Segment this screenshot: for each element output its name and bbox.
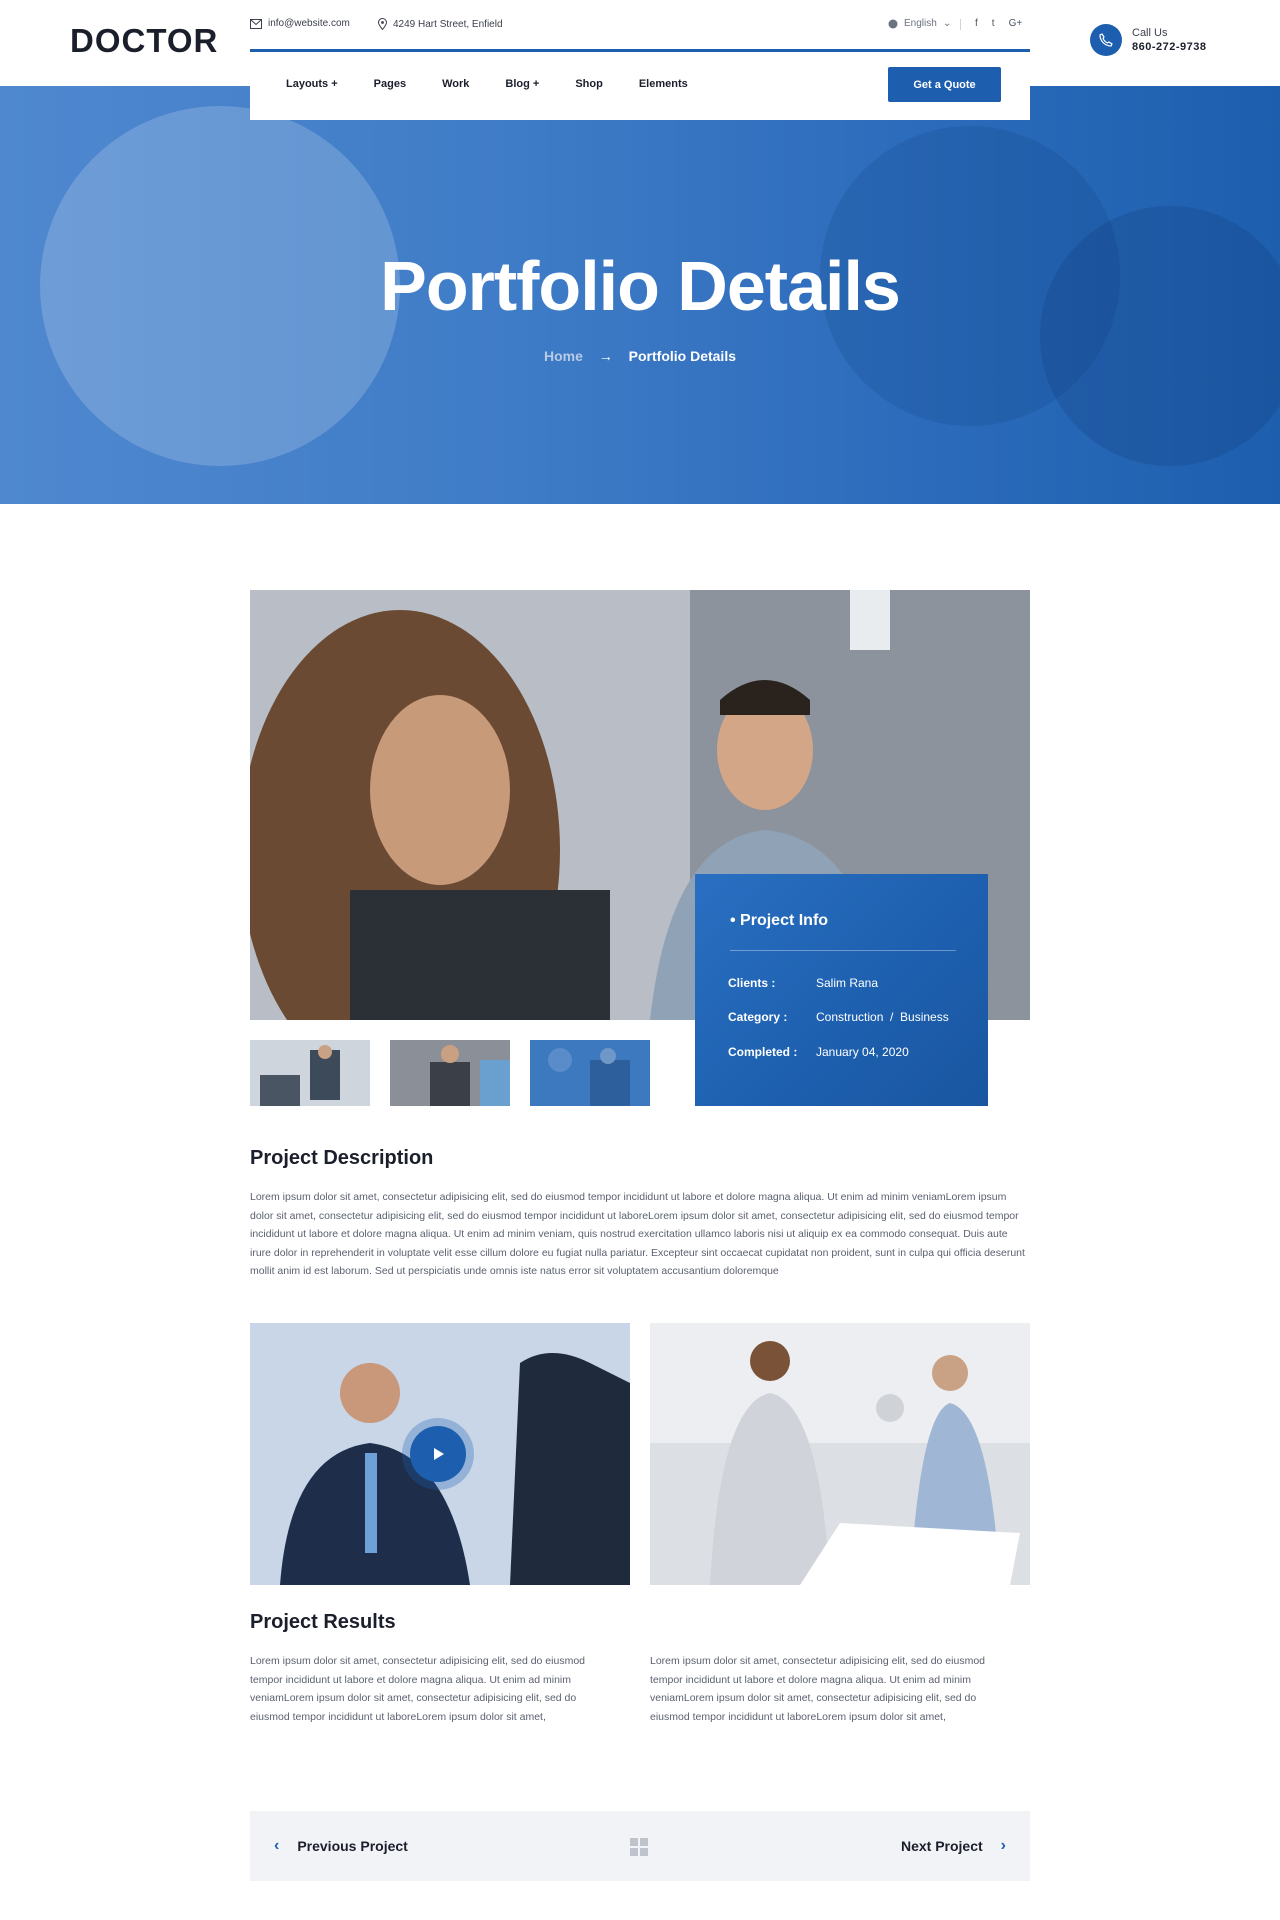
hero-photo-shape [1040, 206, 1280, 466]
results-text-right: Lorem ipsum dolor sit amet, consectetur … [650, 1655, 985, 1723]
project-info-card: • Project Info Clients : Salim Rana Cate… [695, 874, 988, 1106]
divider [960, 19, 961, 30]
call-label: Call Us [1132, 27, 1168, 39]
address-contact: 4249 Hart Street, Enfield [378, 18, 503, 30]
info-value: Construction / Business [816, 1010, 949, 1024]
play-button[interactable] [402, 1418, 474, 1490]
thumbnail-image[interactable] [250, 1040, 370, 1106]
nav-item-elements[interactable]: Elements [639, 78, 688, 90]
address-text: 4249 Hart Street, Enfield [393, 18, 503, 30]
next-project-label: Next Project [900, 1838, 983, 1854]
info-key: Completed : [728, 1045, 798, 1059]
next-project-link[interactable]: Next Project › [901, 1837, 1006, 1855]
info-key: Clients : [728, 976, 776, 990]
bullet-icon: • [730, 912, 741, 929]
breadcrumb: Home → Portfolio Details [0, 348, 1280, 364]
language-label: English [904, 18, 937, 29]
call-text: Call Us 860-272-9738 [1132, 26, 1207, 54]
info-row-completed: Completed : January 04, 2020 [728, 1045, 909, 1059]
twitter-icon[interactable]: t [992, 18, 995, 29]
top-bar: info@website.com 4249 Hart Street, Enfie… [250, 16, 1030, 36]
thumbnail-image[interactable] [530, 1040, 650, 1106]
info-key: Category : [728, 1010, 788, 1024]
previous-project-link[interactable]: ‹ Previous Project [274, 1837, 408, 1855]
project-thumbnails [250, 1040, 650, 1106]
description-text: Lorem ipsum dolor sit amet, consectetur … [250, 1191, 1025, 1277]
get-quote-button[interactable]: Get a Quote [888, 67, 1001, 102]
call-number[interactable]: 860-272-9738 [1132, 40, 1207, 54]
nav-item-blog[interactable]: Blog + [505, 78, 539, 90]
globe-icon [888, 19, 898, 28]
breadcrumb-home[interactable]: Home [544, 348, 583, 364]
language-selector[interactable]: English ⌄ [888, 18, 951, 29]
info-row-category: Category : Construction / Business [728, 1010, 949, 1024]
nav-item-pages[interactable]: Pages [374, 78, 406, 90]
team-image [650, 1323, 1030, 1585]
page-title: Portfolio Details [380, 247, 901, 325]
email-contact[interactable]: info@website.com [250, 18, 350, 29]
page-banner: Portfolio Details Home → Portfolio Detai… [0, 86, 1280, 504]
results-heading: Project Results [250, 1611, 396, 1633]
nav-item-shop[interactable]: Shop [575, 78, 603, 90]
logo[interactable]: DOCTOR [70, 22, 218, 60]
breadcrumb-current: Portfolio Details [628, 348, 737, 364]
google-plus-icon[interactable]: G+ [1009, 18, 1023, 29]
description-heading: Project Description [250, 1147, 434, 1169]
facebook-icon[interactable]: f [975, 18, 978, 29]
chevron-right-icon: › [1000, 1837, 1006, 1854]
divider [730, 950, 956, 951]
info-value: Salim Rana [816, 976, 879, 990]
call-us[interactable]: Call Us 860-272-9738 [1090, 24, 1207, 56]
previous-project-label: Previous Project [297, 1838, 408, 1854]
envelope-icon [250, 18, 262, 29]
email-text: info@website.com [268, 18, 350, 29]
results-text-left: Lorem ipsum dolor sit amet, consectetur … [250, 1655, 585, 1723]
info-value: January 04, 2020 [816, 1045, 909, 1059]
arrow-right-icon: → [598, 348, 613, 364]
phone-icon [1090, 24, 1122, 56]
info-row-clients: Clients : Salim Rana [728, 976, 878, 990]
chevron-left-icon: ‹ [274, 1837, 280, 1854]
map-pin-icon [378, 18, 387, 30]
project-pager: ‹ Previous Project Next Project › [250, 1811, 1030, 1881]
social-links: f t G+ [975, 18, 1022, 29]
project-info-title: • Project Info [730, 912, 828, 930]
nav-menu: Layouts + Pages Work Blog + Shop Element… [286, 78, 688, 90]
nav-item-layouts[interactable]: Layouts + [286, 78, 338, 90]
chevron-down-icon: ⌄ [942, 18, 952, 29]
project-info-heading: Project Info [740, 912, 829, 929]
thumbnail-image[interactable] [390, 1040, 510, 1106]
video-thumbnail[interactable] [250, 1323, 630, 1585]
nav-item-work[interactable]: Work [442, 78, 469, 90]
main-nav: Layouts + Pages Work Blog + Shop Element… [250, 52, 1030, 120]
play-icon [434, 1448, 444, 1460]
grid-icon[interactable] [630, 1838, 648, 1856]
